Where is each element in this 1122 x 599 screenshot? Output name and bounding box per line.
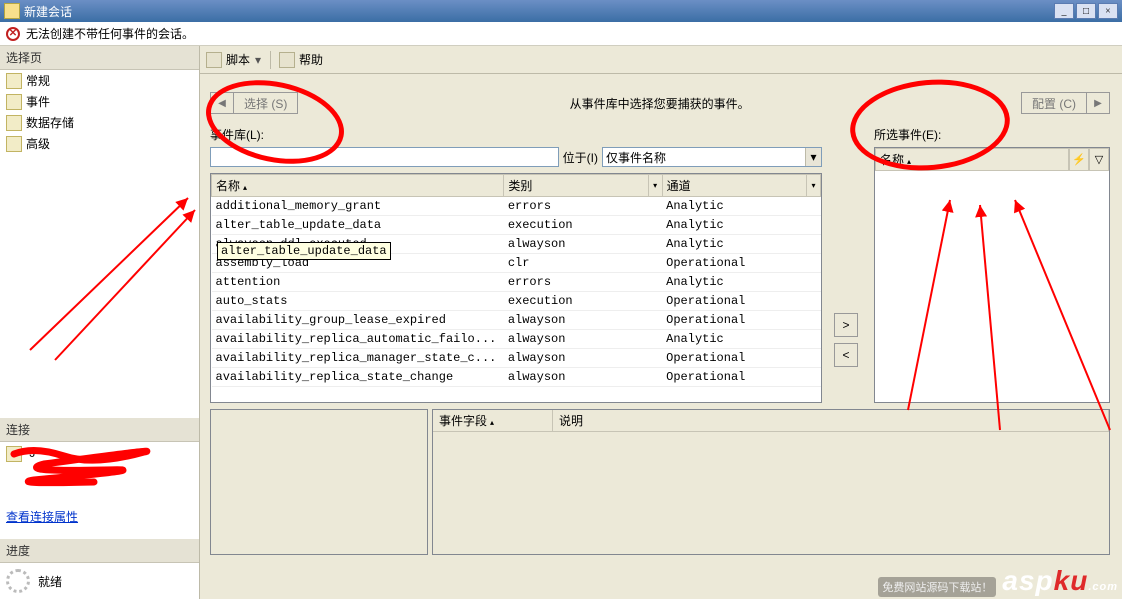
chevron-down-icon: ▾ bbox=[805, 148, 821, 166]
server-icon bbox=[6, 446, 22, 462]
sidebar-item-advanced[interactable]: 高级 bbox=[0, 133, 199, 154]
prev-page-button[interactable]: ◀ bbox=[211, 93, 233, 113]
maximize-button[interactable]: □ bbox=[1076, 3, 1096, 19]
event-detail-pane bbox=[210, 409, 428, 555]
category-filter-icon[interactable]: ▾ bbox=[648, 175, 662, 196]
row-tooltip: alter_table_update_data bbox=[217, 242, 391, 260]
toolbar: 脚本 ▾ 帮助 bbox=[200, 46, 1122, 74]
col-name[interactable]: 名称 bbox=[216, 179, 240, 193]
help-button[interactable]: 帮助 bbox=[299, 51, 323, 68]
error-text: 无法创建不带任何事件的会话。 bbox=[26, 25, 194, 42]
event-library-grid[interactable]: 名称▴ 类别▾ 通道▾ additional_memory_granterror… bbox=[210, 173, 822, 403]
table-row[interactable]: availability_replica_state_changealwayso… bbox=[212, 368, 821, 387]
center-instruction: 从事件库中选择您要捕获的事件。 bbox=[298, 95, 1021, 112]
selected-events-label: 所选事件(E): bbox=[874, 126, 1110, 143]
connection-header: 连接 bbox=[0, 418, 199, 442]
progress-status: 就绪 bbox=[38, 573, 62, 590]
error-bar: ✕ 无法创建不带任何事件的会话。 bbox=[0, 22, 1122, 46]
select-page-header: 选择页 bbox=[0, 46, 199, 70]
table-row[interactable]: alter_table_update_dataexecutionAnalytic bbox=[212, 216, 821, 235]
table-row[interactable]: availability_replica_manager_state_c...a… bbox=[212, 349, 821, 368]
remove-event-button[interactable]: < bbox=[834, 343, 858, 367]
configure-button[interactable]: 配置 (C) bbox=[1021, 92, 1087, 114]
page-icon bbox=[6, 73, 22, 89]
next-page-button[interactable]: ▶ bbox=[1087, 93, 1109, 113]
sidebar-item-events[interactable]: 事件 bbox=[0, 91, 199, 112]
table-row[interactable]: attentionerrorsAnalytic bbox=[212, 273, 821, 292]
filter-scope-combo[interactable]: 仅事件名称 ▾ bbox=[602, 147, 822, 167]
page-icon bbox=[6, 136, 22, 152]
error-icon: ✕ bbox=[6, 27, 20, 41]
app-icon bbox=[4, 3, 20, 19]
table-row[interactable]: additional_memory_granterrorsAnalytic bbox=[212, 197, 821, 216]
progress-spinner-icon bbox=[6, 569, 30, 593]
script-dropdown-icon[interactable]: ▾ bbox=[254, 53, 262, 67]
page-icon bbox=[6, 94, 22, 110]
progress-header: 进度 bbox=[0, 539, 199, 563]
funnel-icon[interactable]: ▽ bbox=[1089, 148, 1109, 171]
table-row[interactable]: auto_statsexecutionOperational bbox=[212, 292, 821, 311]
view-connection-props-link[interactable]: 查看连接属性 bbox=[0, 506, 84, 527]
script-icon bbox=[206, 52, 222, 68]
left-sidebar: 选择页 常规 事件 数据存储 高级 连接 J 查看连接属性 进度 就绪 bbox=[0, 46, 200, 599]
sidebar-item-general[interactable]: 常规 bbox=[0, 70, 199, 91]
table-row[interactable]: availability_replica_automatic_failo...a… bbox=[212, 330, 821, 349]
selected-col-name[interactable]: 名称▴ bbox=[875, 148, 1069, 171]
desc-col-header[interactable]: 说明 bbox=[559, 414, 583, 428]
help-icon bbox=[279, 52, 295, 68]
select-button[interactable]: 选择 (S) bbox=[234, 92, 298, 114]
close-button[interactable]: × bbox=[1098, 3, 1118, 19]
connection-value: J bbox=[29, 446, 35, 460]
at-label: 位于(I) bbox=[563, 149, 598, 166]
event-library-label: 事件库(L): bbox=[210, 126, 822, 143]
col-category[interactable]: 类别 bbox=[508, 179, 532, 193]
add-event-button[interactable]: > bbox=[834, 313, 858, 337]
titlebar: 新建会话 _ □ × bbox=[0, 0, 1122, 22]
page-icon bbox=[6, 115, 22, 131]
channel-filter-icon[interactable]: ▾ bbox=[806, 175, 820, 196]
field-col-header[interactable]: 事件字段 bbox=[439, 414, 487, 428]
table-row[interactable]: availability_group_lease_expiredalwayson… bbox=[212, 311, 821, 330]
selected-events-grid[interactable]: 名称▴ ⚡ ▽ bbox=[874, 147, 1110, 403]
event-library-search-input[interactable] bbox=[210, 147, 559, 167]
watermark-logo: 免费网站源码下载站！ aspku.com bbox=[878, 565, 1118, 597]
minimize-button[interactable]: _ bbox=[1054, 3, 1074, 19]
lightning-icon[interactable]: ⚡ bbox=[1069, 148, 1089, 171]
col-channel[interactable]: 通道 bbox=[667, 179, 691, 193]
window-title: 新建会话 bbox=[24, 3, 72, 20]
script-button[interactable]: 脚本 bbox=[226, 51, 250, 68]
sidebar-item-storage[interactable]: 数据存储 bbox=[0, 112, 199, 133]
event-fields-pane: 事件字段▴ 说明 bbox=[432, 409, 1110, 555]
